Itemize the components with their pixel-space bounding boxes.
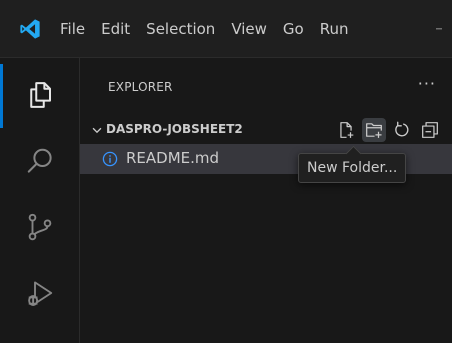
explorer-header: EXPLORER ··· (80, 58, 452, 116)
explorer-title: EXPLORER (108, 80, 173, 94)
file-name: README.md (126, 149, 220, 167)
new-folder-tooltip: New Folder... (298, 145, 407, 183)
search-icon (25, 146, 55, 176)
run-debug-icon (25, 278, 55, 308)
menu-selection[interactable]: Selection (138, 0, 223, 58)
collapse-all-button[interactable] (418, 118, 442, 142)
activity-explorer[interactable] (0, 62, 80, 128)
folder-header-row[interactable]: DASPRO-JOBSHEET2 (80, 116, 452, 144)
new-file-button[interactable] (334, 118, 358, 142)
new-file-icon (337, 121, 355, 139)
menu-overflow-icon[interactable] (436, 0, 444, 58)
menu-view[interactable]: View (223, 0, 275, 58)
new-folder-icon (365, 121, 383, 139)
activity-run-debug[interactable] (0, 260, 80, 326)
menu-go[interactable]: Go (275, 0, 312, 58)
folder-name: DASPRO-JOBSHEET2 (106, 122, 243, 136)
menu-file[interactable]: File (54, 0, 93, 58)
explorer-sidebar: EXPLORER ··· DASPRO-JOBSHEET2 README.md (80, 58, 452, 343)
more-actions-icon[interactable]: ··· (418, 74, 436, 93)
vscode-logo-icon[interactable] (18, 17, 42, 41)
activity-bar (0, 58, 80, 343)
refresh-button[interactable] (390, 118, 414, 142)
activity-source-control[interactable] (0, 194, 80, 260)
title-bar: File Edit Selection View Go Run (0, 0, 452, 58)
folder-actions (334, 118, 442, 142)
menu-run[interactable]: Run (312, 0, 357, 58)
new-folder-button[interactable] (362, 118, 386, 142)
chevron-down-icon[interactable] (90, 123, 104, 137)
info-icon (102, 151, 118, 167)
tooltip-text: New Folder... (307, 160, 398, 176)
files-icon (25, 80, 55, 110)
source-control-icon (25, 212, 55, 242)
vscode-window: File Edit Selection View Go Run EXPLORER… (0, 0, 452, 343)
activity-search[interactable] (0, 128, 80, 194)
menu-edit[interactable]: Edit (93, 0, 138, 58)
collapse-all-icon (421, 121, 439, 139)
refresh-icon (393, 121, 411, 139)
